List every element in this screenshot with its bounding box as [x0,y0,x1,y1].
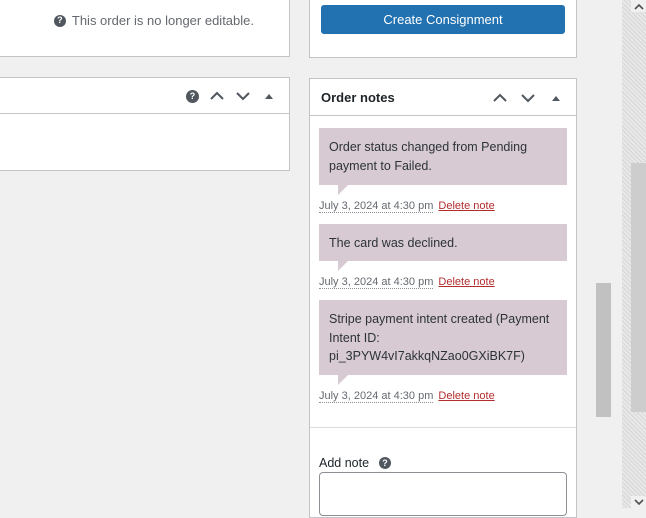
list-item: Order status changed from Pending paymen… [319,128,567,213]
note-content: The card was declined. [319,224,567,271]
note-date: July 3, 2024 at 4:30 pm [319,200,434,213]
delete-note-link[interactable]: Delete note [438,390,494,402]
triangle-up-icon[interactable] [261,88,277,104]
triangle-up-icon[interactable] [548,90,564,106]
order-items-panel: ? This order is no longer editable. [0,0,290,57]
add-note-label: Add note ? [319,456,392,470]
scroll-up-arrow-icon[interactable] [631,0,646,12]
chevron-up-icon[interactable] [492,90,508,106]
not-editable-text: This order is no longer editable. [71,13,254,28]
note-meta: July 3, 2024 at 4:30 pm Delete note [319,276,567,289]
note-meta: July 3, 2024 at 4:30 pm Delete note [319,390,567,403]
not-editable-notice: ? This order is no longer editable. [53,13,254,28]
outer-scrollbar-thumb[interactable] [631,163,646,412]
add-note-textarea[interactable] [319,472,567,516]
delete-note-link[interactable]: Delete note [438,200,494,212]
list-item: Stripe payment intent created (Payment I… [319,300,567,403]
divider [310,427,576,428]
note-date: July 3, 2024 at 4:30 pm [319,276,434,289]
order-notes-list: Order status changed from Pending paymen… [319,128,567,414]
scroll-down-arrow-icon[interactable] [631,496,646,508]
note-meta: July 3, 2024 at 4:30 pm Delete note [319,200,567,213]
chevron-down-icon[interactable] [235,88,251,104]
chevron-down-icon[interactable] [520,90,536,106]
help-icon[interactable]: ? [186,89,199,103]
add-note-label-text: Add note [319,456,370,470]
help-icon[interactable]: ? [53,14,66,27]
left-metabox-header: ? [0,78,289,114]
order-actions-panel: Create Consignment [309,0,577,58]
order-notes-header: Order notes [310,79,576,116]
left-metabox: ? [0,77,290,171]
inner-scrollbar-track[interactable] [596,0,611,508]
note-content: Order status changed from Pending paymen… [319,128,567,195]
list-item: The card was declined. July 3, 2024 at 4… [319,224,567,289]
order-notes-title: Order notes [321,90,395,105]
delete-note-link[interactable]: Delete note [438,276,494,288]
help-icon[interactable]: ? [379,457,392,469]
chevron-up-icon[interactable] [209,88,225,104]
order-notes-box: Order notes Order status changed from Pe… [309,78,577,518]
note-content: Stripe payment intent created (Payment I… [319,300,567,385]
inner-scrollbar-thumb[interactable] [596,283,611,417]
note-date: July 3, 2024 at 4:30 pm [319,390,434,403]
create-consignment-button[interactable]: Create Consignment [321,5,565,34]
